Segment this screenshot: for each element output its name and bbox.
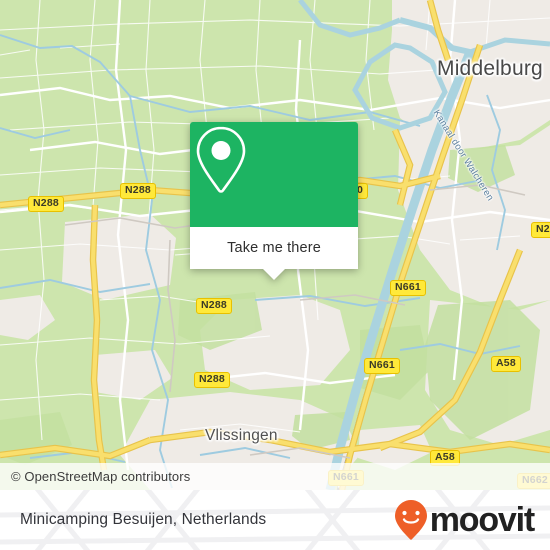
map-screenshot: Middelburg Vlissingen Kanaal door Walche… xyxy=(0,0,550,550)
road-shield-n288-a[interactable]: N288 xyxy=(28,196,64,212)
popup-tail-pointer xyxy=(262,268,286,280)
location-title: Minicamping Besuijen, Netherlands xyxy=(20,511,267,528)
place-label-middelburg: Middelburg xyxy=(437,57,543,80)
moovit-wordmark: moovit xyxy=(429,501,535,539)
map-attribution-bar: © OpenStreetMap contributors xyxy=(0,463,550,490)
road-shield-n288-b[interactable]: N288 xyxy=(120,183,156,199)
openstreetmap-attribution[interactable]: © OpenStreetMap contributors xyxy=(0,469,190,484)
popup-icon-area xyxy=(190,122,358,227)
place-label-vlissingen: Vlissingen xyxy=(205,427,278,444)
road-shield-n288-d[interactable]: N288 xyxy=(194,372,230,388)
moovit-pin-icon xyxy=(394,500,427,540)
road-shield-a58-a[interactable]: A58 xyxy=(491,356,521,372)
popup-action-area[interactable]: Take me there xyxy=(190,227,358,280)
road-shield-n661-b[interactable]: N661 xyxy=(364,358,400,374)
location-popup-card[interactable]: Take me there xyxy=(190,122,358,280)
map-canvas[interactable]: Middelburg Vlissingen Kanaal door Walche… xyxy=(0,0,550,490)
location-pin-icon xyxy=(196,126,246,193)
road-shield-n2-partial[interactable]: N2 xyxy=(531,222,550,238)
road-shield-n288-c[interactable]: N288 xyxy=(196,298,232,314)
moovit-brand-logo[interactable]: moovit xyxy=(393,498,535,542)
take-me-there-label: Take me there xyxy=(227,240,321,256)
footer-bar: Minicamping Besuijen, Netherlands moovit xyxy=(0,490,550,550)
road-shield-n661-a[interactable]: N661 xyxy=(390,280,426,296)
